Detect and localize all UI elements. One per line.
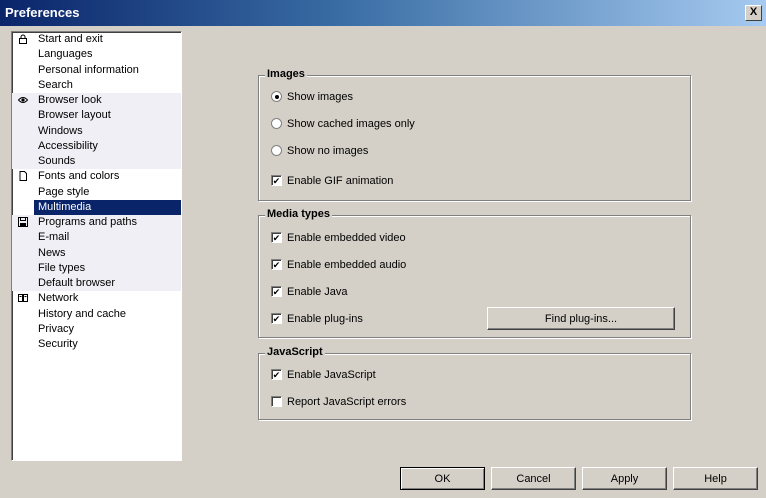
cancel-button[interactable]: Cancel bbox=[491, 467, 576, 490]
enable-plugins-check[interactable]: ✔ bbox=[271, 313, 282, 324]
enable-embedded-audio-checkbox[interactable]: ✔ Enable embedded audio bbox=[271, 258, 406, 272]
report-javascript-errors-check[interactable] bbox=[271, 396, 282, 407]
nav-item-history-and-cache[interactable]: History and cache bbox=[12, 307, 181, 322]
show-images-radio[interactable]: Show images bbox=[271, 90, 353, 104]
show-cached-images-radio-button[interactable] bbox=[271, 118, 282, 129]
help-button[interactable]: Help bbox=[673, 467, 758, 490]
nav-group-network: Network History and cache Privacy Securi… bbox=[12, 291, 181, 352]
close-button[interactable]: X bbox=[745, 5, 762, 21]
nav-item-sounds[interactable]: Sounds bbox=[12, 154, 181, 169]
nav-item-email[interactable]: E-mail bbox=[12, 230, 181, 245]
show-images-label: Show images bbox=[287, 91, 354, 103]
enable-gif-animation-label: Enable GIF animation bbox=[287, 175, 394, 187]
nav-group-programs: Programs and paths E-mail News File type… bbox=[12, 215, 181, 292]
nav-group-general: Start and exit Languages Personal inform… bbox=[12, 32, 181, 93]
nav-item-fonts-and-colors[interactable]: Fonts and colors bbox=[12, 169, 181, 184]
javascript-group: JavaScript ✔ Enable JavaScript Report Ja… bbox=[258, 346, 691, 420]
show-no-images-label: Show no images bbox=[287, 145, 369, 157]
nav-item-privacy[interactable]: Privacy bbox=[12, 322, 181, 337]
nav-item-programs-and-paths[interactable]: Programs and paths bbox=[12, 215, 181, 230]
preferences-category-list[interactable]: Start and exit Languages Personal inform… bbox=[11, 31, 182, 461]
enable-gif-animation-checkbox[interactable]: ✔ Enable GIF animation bbox=[271, 174, 393, 188]
enable-java-checkbox[interactable]: ✔ Enable Java bbox=[271, 285, 348, 299]
nav-item-default-browser[interactable]: Default browser bbox=[12, 276, 181, 291]
nav-item-personal-information[interactable]: Personal information bbox=[12, 63, 181, 78]
nav-item-network[interactable]: Network bbox=[12, 291, 181, 306]
apply-button[interactable]: Apply bbox=[582, 467, 667, 490]
nav-item-search[interactable]: Search bbox=[12, 78, 181, 93]
nav-item-windows[interactable]: Windows bbox=[12, 124, 181, 139]
show-no-images-radio-button[interactable] bbox=[271, 145, 282, 156]
report-javascript-errors-label: Report JavaScript errors bbox=[287, 396, 407, 408]
media-types-group: Media types ✔ Enable embedded video ✔ En… bbox=[258, 208, 691, 338]
nav-group-browser: Browser look Browser layout Windows Acce… bbox=[12, 93, 181, 170]
enable-embedded-audio-label: Enable embedded audio bbox=[287, 259, 407, 271]
nav-item-languages[interactable]: Languages bbox=[12, 47, 181, 62]
nav-item-file-types[interactable]: File types bbox=[12, 261, 181, 276]
images-group-title: Images bbox=[265, 68, 307, 80]
enable-javascript-check[interactable]: ✔ bbox=[271, 369, 282, 380]
show-no-images-radio[interactable]: Show no images bbox=[271, 144, 368, 158]
images-group: Images Show images Show cached images on… bbox=[258, 68, 691, 201]
enable-embedded-video-label: Enable embedded video bbox=[287, 232, 406, 244]
title-bar: Preferences X bbox=[0, 0, 766, 26]
nav-group-content: Fonts and colors Page style Multimedia bbox=[12, 169, 181, 215]
enable-javascript-label: Enable JavaScript bbox=[287, 369, 376, 381]
show-cached-images-label: Show cached images only bbox=[287, 118, 415, 130]
nav-item-news[interactable]: News bbox=[12, 246, 181, 261]
ok-button[interactable]: OK bbox=[400, 467, 485, 490]
enable-embedded-video-check[interactable]: ✔ bbox=[271, 232, 282, 243]
find-plugins-button[interactable]: Find plug-ins... bbox=[487, 307, 675, 330]
nav-item-start-and-exit[interactable]: Start and exit bbox=[12, 32, 181, 47]
enable-javascript-checkbox[interactable]: ✔ Enable JavaScript bbox=[271, 368, 376, 382]
show-images-radio-button[interactable] bbox=[271, 91, 282, 102]
media-types-group-title: Media types bbox=[265, 208, 332, 220]
enable-embedded-audio-check[interactable]: ✔ bbox=[271, 259, 282, 270]
nav-item-security[interactable]: Security bbox=[12, 337, 181, 352]
enable-gif-animation-check[interactable]: ✔ bbox=[271, 175, 282, 186]
nav-item-multimedia[interactable]: Multimedia bbox=[34, 199, 181, 215]
enable-java-check[interactable]: ✔ bbox=[271, 286, 282, 297]
nav-item-page-style[interactable]: Page style bbox=[12, 185, 181, 200]
enable-java-label: Enable Java bbox=[287, 286, 348, 298]
show-cached-images-radio[interactable]: Show cached images only bbox=[271, 117, 415, 131]
report-javascript-errors-checkbox[interactable]: Report JavaScript errors bbox=[271, 395, 406, 409]
enable-plugins-checkbox[interactable]: ✔ Enable plug-ins bbox=[271, 312, 363, 326]
enable-embedded-video-checkbox[interactable]: ✔ Enable embedded video bbox=[271, 231, 406, 245]
nav-item-browser-look[interactable]: Browser look bbox=[12, 93, 181, 108]
enable-plugins-label: Enable plug-ins bbox=[287, 313, 363, 325]
javascript-group-title: JavaScript bbox=[265, 346, 325, 358]
nav-item-browser-layout[interactable]: Browser layout bbox=[12, 108, 181, 123]
window-title: Preferences bbox=[5, 5, 80, 20]
nav-item-accessibility[interactable]: Accessibility bbox=[12, 139, 181, 154]
